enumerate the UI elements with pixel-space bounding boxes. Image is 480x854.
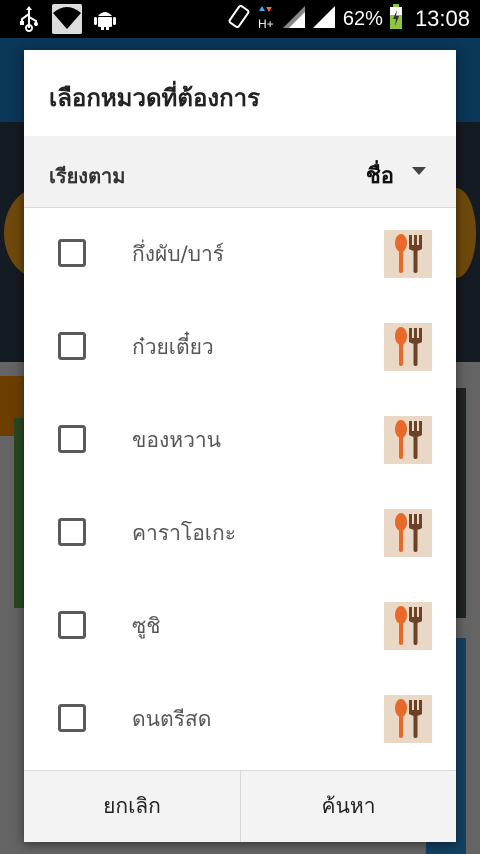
clock: 13:08 — [414, 6, 470, 31]
android-icon — [90, 4, 120, 34]
dialog-title: เลือกหมวดที่ต้องการ — [49, 84, 260, 112]
svg-text:H+: H+ — [258, 17, 274, 30]
category-label: กึ่งผับ/บาร์ — [132, 242, 225, 266]
battery-percent: 62% — [342, 7, 383, 30]
category-label: ซูชิ — [132, 614, 161, 638]
restaurant-icon — [384, 230, 432, 278]
list-item[interactable]: กึ่งผับ/บาร์ — [24, 208, 456, 301]
list-item[interactable]: ของหวาน — [24, 394, 456, 487]
category-checkbox[interactable] — [58, 518, 86, 546]
list-item[interactable]: ดนตรีสด — [24, 673, 456, 766]
usb-icon — [14, 4, 44, 34]
category-list[interactable]: กึ่งผับ/บาร์ ก๋วยเตี๋ยว ของหวาน คาราโอเก… — [24, 208, 456, 768]
dialog-button-bar: ยกเลิก ค้นหา — [24, 770, 456, 842]
restaurant-icon — [384, 695, 432, 743]
signal-icon — [282, 6, 307, 32]
hplus-data-icon: H+ — [257, 4, 277, 34]
restaurant-icon — [384, 323, 432, 371]
category-label: ก๋วยเตี๋ยว — [132, 335, 214, 359]
cancel-button[interactable]: ยกเลิก — [24, 771, 240, 842]
list-item[interactable]: คาราโอเกะ — [24, 487, 456, 580]
restaurant-icon — [384, 602, 432, 650]
status-bar-right: H+ 62% 13:08 — [225, 0, 470, 38]
restaurant-icon — [384, 509, 432, 557]
sort-label: เรียงตาม — [49, 164, 126, 188]
category-label: ของหวาน — [132, 428, 222, 452]
category-checkbox[interactable] — [58, 332, 86, 360]
restaurant-icon — [384, 416, 432, 464]
category-label: ดนตรีสด — [132, 707, 212, 731]
category-checkbox[interactable] — [58, 239, 86, 267]
wifi-icon — [52, 4, 82, 34]
list-item[interactable]: ก๋วยเตี๋ยว — [24, 301, 456, 394]
category-dialog: เลือกหมวดที่ต้องการ เรียงตาม ชื่อ กึ่งผั… — [24, 50, 456, 842]
rotate-icon — [225, 4, 251, 34]
sort-row[interactable]: เรียงตาม ชื่อ — [24, 136, 456, 208]
search-button[interactable]: ค้นหา — [240, 771, 456, 842]
category-checkbox[interactable] — [58, 611, 86, 639]
battery-icon — [389, 4, 403, 34]
status-bar-left — [14, 4, 120, 34]
category-checkbox[interactable] — [58, 425, 86, 453]
sort-dropdown-value[interactable]: ชื่อ — [366, 158, 394, 193]
signal-icon — [312, 6, 337, 32]
chevron-down-icon[interactable] — [412, 167, 426, 175]
status-bar: H+ 62% 13:08 — [0, 0, 480, 38]
category-checkbox[interactable] — [58, 704, 86, 732]
list-item[interactable]: ซูชิ — [24, 580, 456, 673]
category-label: คาราโอเกะ — [132, 521, 236, 545]
